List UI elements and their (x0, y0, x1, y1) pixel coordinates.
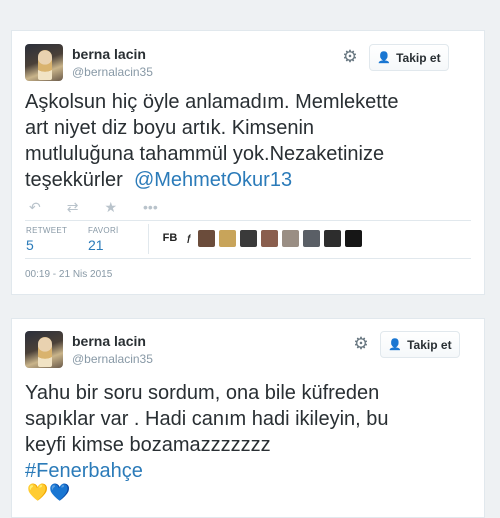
tweet-card: berna lacin @bernalacin35 ⚙ 👤 Takip et A… (11, 30, 485, 295)
tweet-text-line: art niyet diz boyu artık. Kimsenin (25, 117, 315, 139)
hashtag-link[interactable]: #Fenerbahçe (25, 458, 474, 484)
tweet-text-line: sapıklar var . Hadi canım hadi ikileyin,… (25, 408, 389, 430)
heart-emoji: 💛💙 (27, 483, 72, 502)
tweet-actions: ↶ ⇄ ★ ••• (29, 199, 158, 216)
star-icon[interactable]: ★ (104, 199, 117, 216)
gear-icon[interactable]: ⚙ (341, 48, 359, 66)
add-user-icon: 👤 (388, 339, 403, 351)
follow-label: Takip et (396, 50, 441, 65)
favoriter-avatar[interactable] (324, 230, 341, 247)
tweet-text: Aşkolsun hiç öyle anlamadım. Memlekette … (25, 89, 474, 193)
timestamp[interactable]: 00:19 - 21 Nis 2015 (25, 269, 112, 280)
avatar[interactable] (25, 331, 63, 368)
tweet-text-line: Yahu bir soru sordum, ona bile küfreden (25, 382, 380, 404)
author-handle[interactable]: @bernalacin35 (72, 352, 153, 366)
follow-button[interactable]: 👤 Takip et (380, 331, 460, 358)
tweet-text: Yahu bir soru sordum, ona bile küfreden … (25, 380, 474, 484)
favoriter-avatar[interactable]: ƒ (184, 230, 194, 247)
favoriter-avatar[interactable] (198, 230, 215, 247)
retweet-icon[interactable]: ⇄ (67, 199, 79, 216)
tweet-text-line: mutluluğuna tahammül yok.Nezaketinize (25, 143, 385, 165)
author-name[interactable]: berna lacin (72, 46, 146, 62)
favorite-label: FAVORİ (88, 226, 119, 235)
favoriter-avatar[interactable] (345, 230, 362, 247)
favorite-count[interactable]: 21 (88, 237, 104, 253)
divider (25, 258, 471, 259)
retweet-label: RETWEET (26, 226, 68, 235)
more-icon[interactable]: ••• (143, 199, 158, 216)
follow-button[interactable]: 👤 Takip et (369, 44, 449, 71)
mention-link[interactable]: @MehmetOkur13 (134, 169, 292, 191)
favoriter-avatar[interactable] (303, 230, 320, 247)
author-handle[interactable]: @bernalacin35 (72, 65, 153, 79)
follow-label: Takip et (407, 337, 452, 352)
favoriter-avatar[interactable] (282, 230, 299, 247)
tweet-text-line: teşekkürler (25, 169, 123, 191)
favoriter-avatar[interactable] (240, 230, 257, 247)
author-name[interactable]: berna lacin (72, 333, 146, 349)
divider (148, 224, 149, 254)
divider (25, 220, 471, 221)
favoriter-avatar[interactable]: FB (160, 230, 180, 247)
retweet-count[interactable]: 5 (26, 237, 34, 253)
tweet-card: berna lacin @bernalacin35 ⚙ 👤 Takip et Y… (11, 318, 485, 518)
add-user-icon: 👤 (377, 52, 392, 64)
favoriters-list: FB ƒ (160, 230, 362, 247)
tweet-text-line: Aşkolsun hiç öyle anlamadım. Memlekette (25, 91, 399, 113)
reply-icon[interactable]: ↶ (29, 199, 41, 216)
favoriter-avatar[interactable] (261, 230, 278, 247)
favoriter-avatar[interactable] (219, 230, 236, 247)
tweet-text-line: keyfi kimse bozamazzzzzzz (25, 434, 271, 456)
gear-icon[interactable]: ⚙ (352, 335, 370, 353)
avatar[interactable] (25, 44, 63, 81)
